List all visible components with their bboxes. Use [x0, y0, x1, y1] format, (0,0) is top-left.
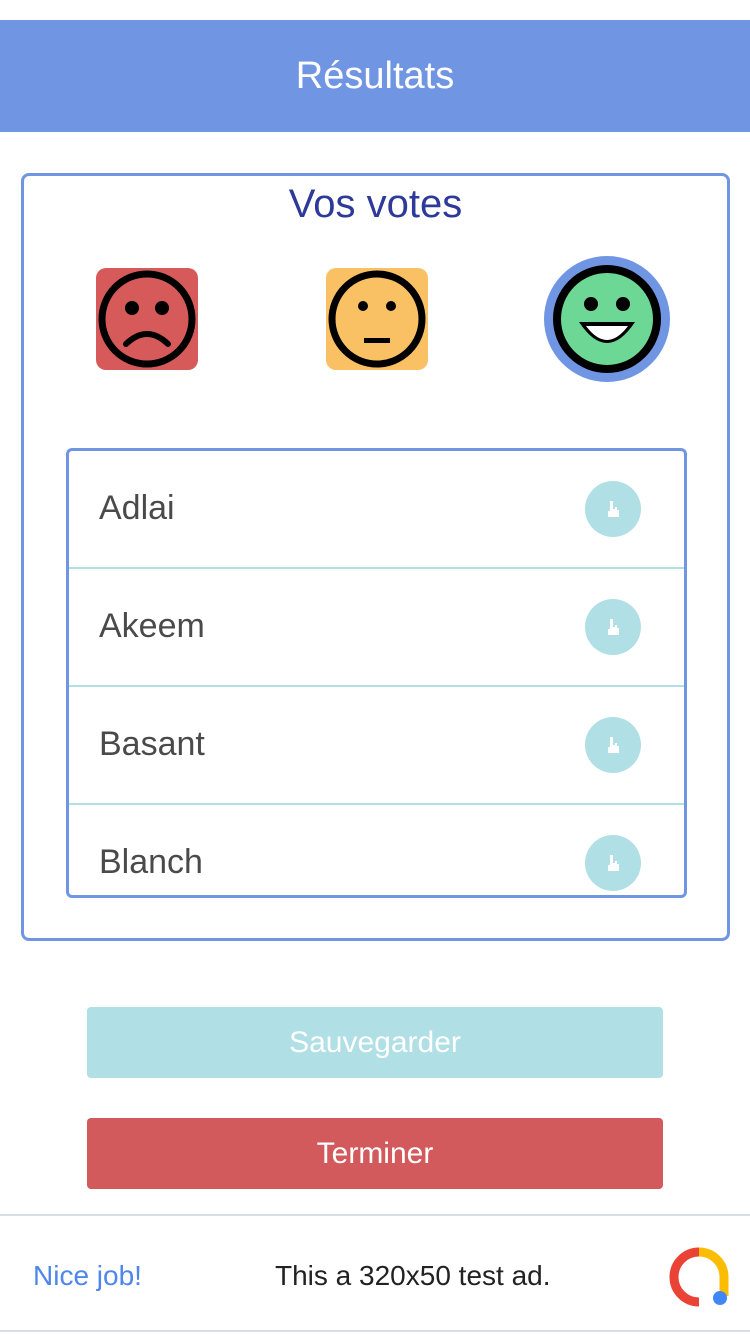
voter-name: Basant — [99, 725, 205, 763]
list-item[interactable]: Akeem — [69, 569, 684, 687]
pointer-icon — [608, 855, 619, 871]
neutral-face-button[interactable] — [326, 268, 428, 370]
votes-card: Vos votes Adlai Akeem Basant Blanch — [21, 173, 730, 941]
voters-list[interactable]: Adlai Akeem Basant Blanch — [66, 448, 687, 898]
neutral-face-icon — [328, 270, 426, 368]
page-title: Résultats — [295, 54, 455, 97]
finish-button[interactable]: Terminer — [87, 1118, 663, 1189]
list-item[interactable]: Blanch — [69, 805, 684, 895]
vote-button[interactable] — [585, 835, 641, 891]
votes-title: Vos votes — [288, 182, 463, 226]
ad-banner[interactable]: Nice job! This a 320x50 test ad. — [0, 1214, 750, 1332]
vote-button[interactable] — [585, 599, 641, 655]
vote-button[interactable] — [585, 481, 641, 537]
pointer-icon — [608, 737, 619, 753]
ad-logo-icon — [669, 1247, 729, 1307]
voter-name: Adlai — [99, 489, 175, 527]
happy-face-button[interactable] — [544, 256, 670, 382]
header-bar: Résultats — [0, 20, 750, 132]
voter-name: Blanch — [99, 843, 203, 881]
happy-face-icon — [553, 265, 661, 373]
pointer-icon — [608, 501, 619, 517]
list-item[interactable]: Adlai — [69, 451, 684, 569]
pointer-icon — [608, 619, 619, 635]
ad-text: This a 320x50 test ad. — [275, 1260, 551, 1291]
ad-nice-text: Nice job! — [33, 1260, 142, 1291]
sad-face-icon — [98, 270, 196, 368]
save-button[interactable]: Sauvegarder — [87, 1007, 663, 1078]
voter-name: Akeem — [99, 607, 205, 645]
sad-face-button[interactable] — [96, 268, 198, 370]
list-item[interactable]: Basant — [69, 687, 684, 805]
vote-button[interactable] — [585, 717, 641, 773]
